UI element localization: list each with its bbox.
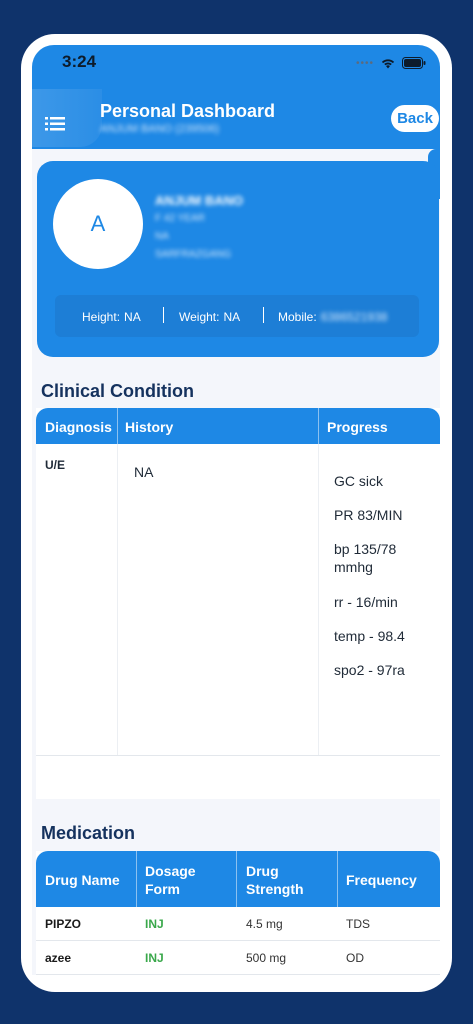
diagnosis-header: Diagnosis <box>45 419 112 435</box>
progress-item: spo2 - 97ra <box>334 662 405 678</box>
height-label: Height: <box>82 310 121 324</box>
mobile-label: Mobile: <box>278 310 317 324</box>
medication-table: Drug Name Dosage Form Drug Strength Freq… <box>36 851 440 975</box>
menu-list-icon <box>45 117 65 131</box>
drug-name-header: Drug Name <box>45 872 120 888</box>
clinical-table-footer <box>36 755 440 799</box>
column-divider <box>318 408 319 444</box>
status-icons: •••• <box>356 55 426 71</box>
column-divider <box>117 408 118 444</box>
page-subtitle: ANJUM BANO (239506) <box>100 123 220 135</box>
app-header: Personal Dashboard ANJUM BANO (239506) B… <box>32 81 440 149</box>
dosage-form: INJ <box>145 917 164 931</box>
frequency: OD <box>346 951 364 965</box>
status-bar: 3:24 •••• <box>32 45 440 81</box>
history-value: NA <box>134 464 154 480</box>
dosage-form: INJ <box>145 951 164 965</box>
patient-metrics: Height: NA Weight: NA Mobile: 6386521938 <box>55 295 419 337</box>
status-time: 3:24 <box>62 52 97 71</box>
patient-contact: NA <box>155 231 169 242</box>
weight-label: Weight: <box>179 310 220 324</box>
frequency: TDS <box>346 917 370 931</box>
progress-item: PR 83/MIN <box>334 507 403 523</box>
height-metric: Height: NA <box>82 310 141 324</box>
metric-divider <box>163 307 164 323</box>
table-row: PIPZO INJ 4.5 mg TDS <box>36 907 440 941</box>
progress-item: rr - 16/min <box>334 594 398 610</box>
clinical-table-header: Diagnosis History Progress <box>36 408 440 444</box>
patient-name: ANJUM BANO <box>155 193 244 208</box>
frequency-header: Frequency <box>346 872 417 888</box>
app-screen: 3:24 •••• Personal Dashboard ANJUM BANO … <box>32 45 440 975</box>
avatar: A <box>53 179 143 269</box>
progress-header: Progress <box>327 419 388 435</box>
table-row: azee INJ 500 mg OD <box>36 941 440 975</box>
column-divider <box>117 444 118 798</box>
battery-icon <box>402 57 426 69</box>
column-divider <box>337 851 338 907</box>
height-value: NA <box>124 310 141 324</box>
signal-icon: •••• <box>355 57 374 69</box>
column-divider <box>136 851 137 907</box>
medication-title: Medication <box>41 823 136 843</box>
drug-strength: 4.5 mg <box>246 917 283 931</box>
weight-value: NA <box>223 310 241 324</box>
weight-metric: Weight: NA <box>179 310 240 324</box>
drug-strength: 500 mg <box>246 951 287 965</box>
progress-item: temp - 98.4 <box>334 628 405 644</box>
progress-item: bp 135/78 mmhg <box>334 541 397 575</box>
page-title: Personal Dashboard <box>100 101 276 121</box>
menu-button[interactable] <box>32 89 102 147</box>
diagnosis-value: U/E <box>45 458 66 472</box>
progress-item: GC sick <box>334 473 383 489</box>
mobile-value: 6386521938 <box>320 310 388 324</box>
metric-divider <box>263 307 264 323</box>
clinical-table: Diagnosis History Progress U/E NA GC sic… <box>36 408 440 798</box>
drug-strength-header: Drug Strength <box>246 863 304 897</box>
patient-gender-age: F 42 YEAR <box>155 213 205 224</box>
clinical-condition-title: Clinical Condition <box>41 381 194 401</box>
medication-table-header: Drug Name Dosage Form Drug Strength Freq… <box>36 851 440 907</box>
profile-card: A ANJUM BANO F 42 YEAR NA SARFRAZGANG He… <box>37 161 439 357</box>
mobile-metric: Mobile: 6386521938 <box>278 310 387 324</box>
dosage-form-header: Dosage Form <box>145 863 196 897</box>
back-button[interactable]: Back <box>391 105 439 132</box>
wifi-icon <box>381 59 395 69</box>
drug-name: PIPZO <box>45 917 82 931</box>
column-divider <box>318 444 319 798</box>
column-divider <box>236 851 237 907</box>
history-header: History <box>125 419 174 435</box>
drug-name: azee <box>45 951 72 965</box>
patient-address: SARFRAZGANG <box>155 249 232 260</box>
